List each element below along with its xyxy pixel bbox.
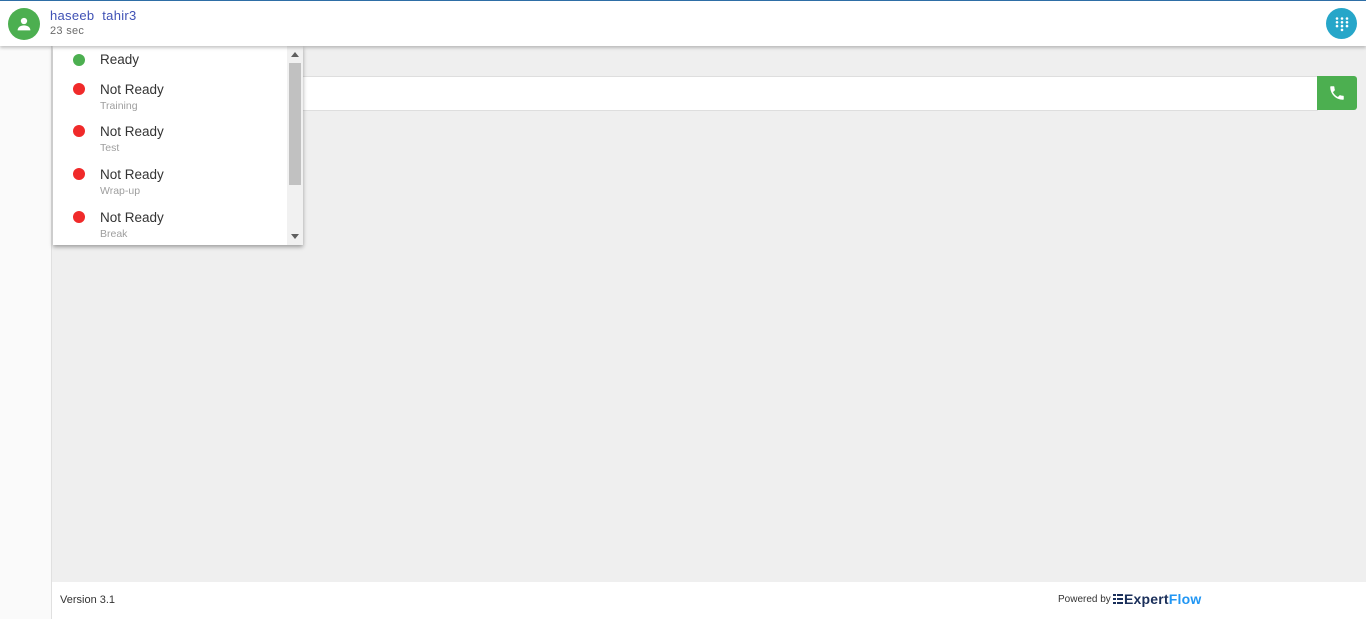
dial-number-input[interactable] [302,77,1318,110]
scroll-down-arrow-icon[interactable] [291,234,299,239]
state-reason: Test [100,142,120,154]
scroll-up-arrow-icon[interactable] [291,52,299,57]
expertflow-logo-icon [1113,594,1123,604]
state-label: Not Ready [100,167,164,182]
call-button[interactable] [1317,76,1357,110]
state-label: Not Ready [100,82,164,97]
agent-name[interactable]: haseeb tahir3 [50,8,137,23]
logo-word-flow: Flow [1168,591,1202,607]
avatar[interactable] [8,8,40,40]
state-label: Ready [100,52,140,67]
state-option-not-ready-wrap-up[interactable]: Not Ready Wrap-up [53,162,287,202]
state-label: Not Ready [100,124,164,139]
footer: Version 3.1 Powered by Expert Flow [52,582,1366,619]
state-label: Not Ready [100,210,164,225]
dialpad-button[interactable] [1326,8,1357,39]
logo-word-expert: Expert [1124,591,1169,607]
state-option-not-ready-test[interactable]: Not Ready Test [53,119,287,159]
person-icon [17,17,31,31]
agent-header: haseeb tahir3 23 sec [0,1,1366,46]
expertflow-logo: Expert Flow [1113,591,1201,607]
state-option-not-ready-training[interactable]: Not Ready Training [53,76,287,116]
version-text: Version 3.1 [60,594,116,606]
dialpad-icon [1335,16,1348,31]
state-option-not-ready-break[interactable]: Not Ready Break [53,205,287,245]
left-sidebar [0,46,52,619]
ready-status-dot [73,54,85,66]
dropdown-scrollbar[interactable] [287,46,303,245]
not-ready-status-dot [73,125,85,137]
phone-icon [1330,86,1344,100]
scroll-thumb[interactable] [289,63,301,185]
state-reason: Training [100,100,138,112]
powered-by-text: Powered by [1058,594,1111,605]
state-reason: Wrap-up [100,185,141,197]
not-ready-status-dot [73,168,85,180]
not-ready-status-dot [73,83,85,95]
state-timer: 23 sec [50,25,85,37]
not-ready-status-dot [73,211,85,223]
dial-number-row [302,76,1318,111]
state-reason: Break [100,228,128,240]
agent-state-dropdown: Ready Not Ready Training Not Ready Test … [53,46,303,245]
